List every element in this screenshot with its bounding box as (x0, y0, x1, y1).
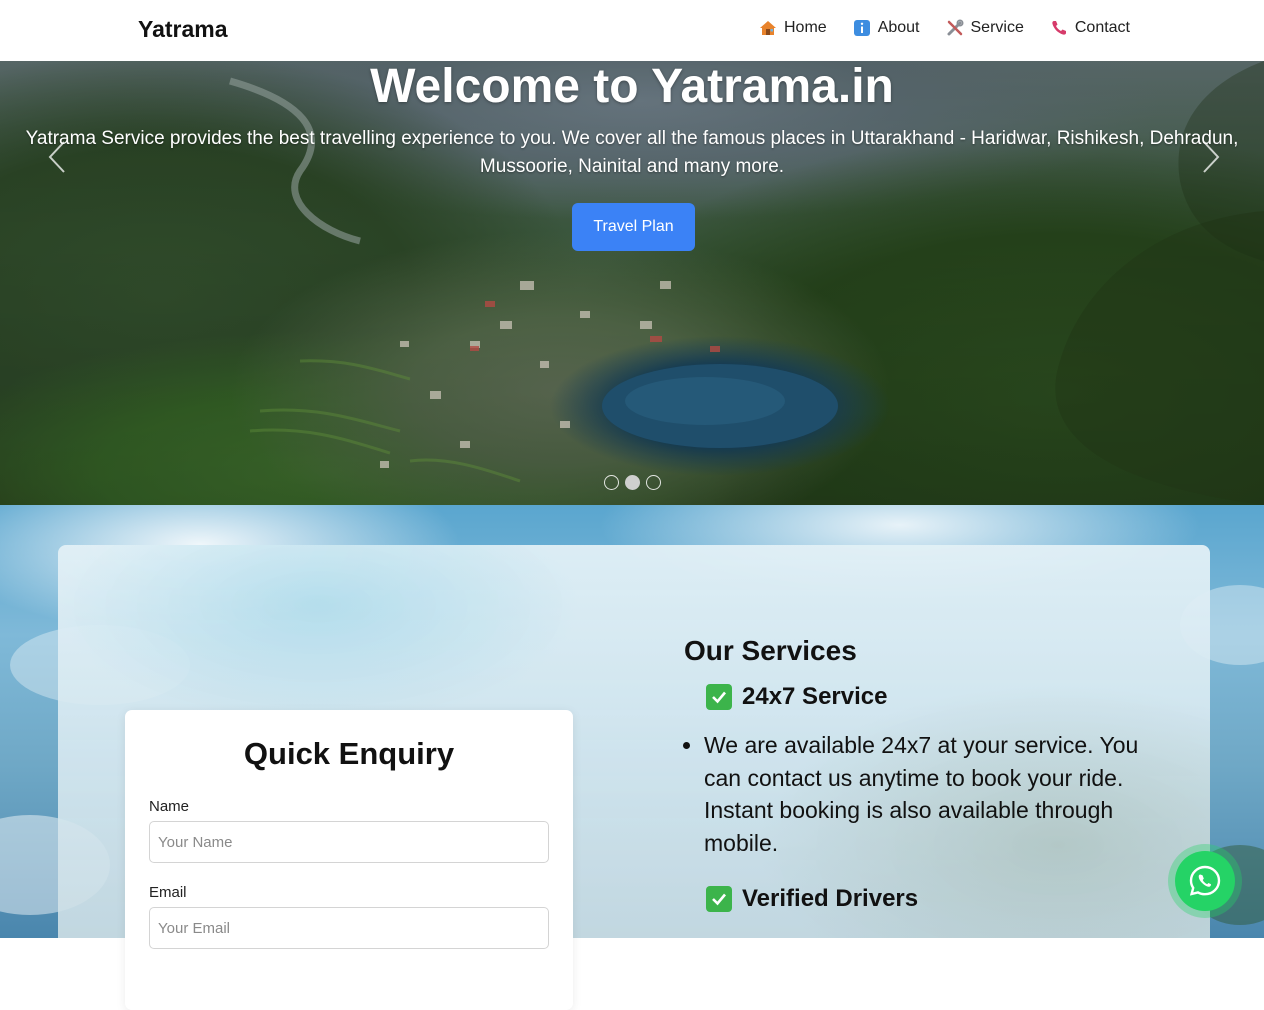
nav-link-home-label: Home (784, 19, 827, 36)
info-icon (853, 19, 871, 37)
nav-link-service-label: Service (970, 19, 1024, 36)
checkmark-icon (706, 684, 732, 710)
nav-link-contact[interactable]: Contact (1050, 19, 1130, 37)
navbar: Yatrama Home About Service Contact (0, 0, 1264, 61)
carousel-dot-3[interactable] (646, 475, 661, 490)
brand-logo[interactable]: Yatrama (138, 16, 228, 43)
travel-plan-button[interactable]: Travel Plan (572, 203, 695, 251)
chevron-right-icon (1203, 141, 1220, 173)
hero-description-line-1: Yatrama Service provides the best travel… (25, 128, 1239, 149)
service-title-24x7: 24x7 Service (706, 683, 1164, 711)
nav-link-contact-label: Contact (1074, 19, 1130, 36)
carousel-prev-button[interactable] (42, 139, 72, 175)
service-title-verified-drivers: Verified Drivers (706, 885, 1164, 913)
checkmark-icon (706, 886, 732, 912)
hero-description-line-2: Mussoorie, Nainital and many more. (479, 156, 785, 177)
enquiry-title: Quick Enquiry (243, 736, 455, 771)
hero-carousel: Welcome to Yatrama.in Yatrama Service pr… (0, 61, 1264, 505)
carousel-dot-2[interactable] (625, 475, 640, 490)
service-description: We are available 24x7 at your service. Y… (704, 729, 1164, 859)
carousel-dot-1[interactable] (604, 475, 619, 490)
our-services: Our Services 24x7 Service We are availab… (684, 635, 1164, 913)
phone-icon (1050, 19, 1068, 37)
nav-link-about-label: About (877, 19, 920, 36)
whatsapp-button-inner (1175, 851, 1235, 911)
carousel-next-button[interactable] (1196, 139, 1226, 175)
nav-links: Home About Service Contact (759, 19, 1130, 37)
carousel-indicators (604, 475, 661, 490)
tools-icon (946, 19, 964, 37)
nav-link-about[interactable]: About (853, 19, 920, 37)
house-icon (759, 19, 777, 37)
whatsapp-button[interactable] (1168, 844, 1242, 918)
hero-title: Welcome to Yatrama.in (370, 61, 894, 113)
email-label: Email (149, 884, 187, 901)
email-input[interactable] (149, 907, 549, 949)
name-input[interactable] (149, 821, 549, 863)
name-label: Name (149, 798, 190, 815)
nav-link-home[interactable]: Home (759, 19, 827, 37)
chevron-left-icon (48, 141, 65, 173)
nav-link-service[interactable]: Service (946, 19, 1024, 37)
service-description-list: We are available 24x7 at your service. Y… (704, 729, 1164, 859)
service-title-label: Verified Drivers (742, 885, 919, 912)
quick-enquiry-form: Quick Enquiry Name Email (125, 710, 573, 1010)
hero-description: Yatrama Service provides the best travel… (0, 125, 1264, 181)
whatsapp-icon (1189, 865, 1221, 896)
services-heading: Our Services (684, 635, 857, 666)
service-title-label: 24x7 Service (742, 683, 888, 710)
